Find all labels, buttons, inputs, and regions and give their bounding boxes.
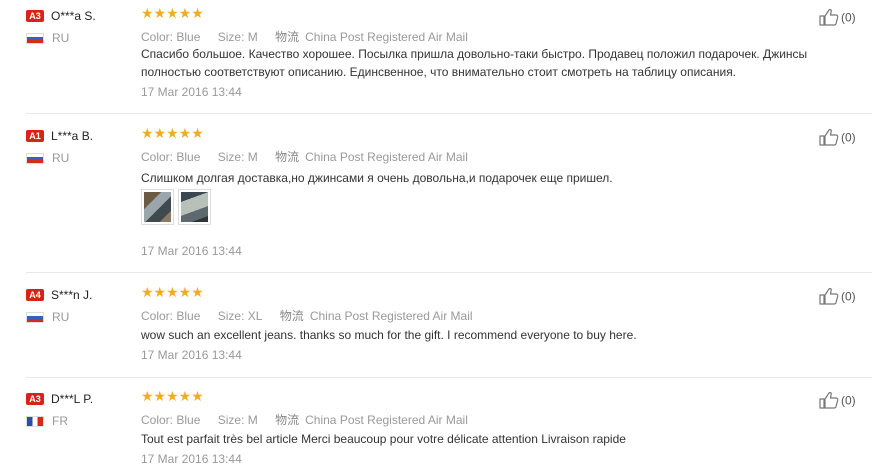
review-date: 17 Mar 2016 13:44 — [141, 244, 242, 258]
review-text: Слишком долгая доставка,но джинсами я оч… — [141, 171, 613, 185]
divider — [26, 377, 872, 378]
helpful-button[interactable]: (0) — [819, 128, 856, 149]
shipping-icon: 物流 — [279, 309, 304, 323]
review-date: 17 Mar 2016 13:44 — [141, 85, 242, 99]
divider — [26, 272, 872, 273]
order-info: Color: Blue Size: M 物流 China Post Registe… — [141, 411, 468, 428]
size-label: Size: — [217, 309, 245, 323]
size-value: M — [247, 30, 258, 44]
color-value: Blue — [176, 150, 201, 164]
size-label: Size: — [217, 413, 245, 427]
russia-flag-icon — [26, 33, 44, 45]
reviewer: A1 L***a B. — [26, 128, 93, 143]
helpful-button[interactable]: (0) — [819, 391, 856, 412]
thumbs-up-icon — [819, 287, 839, 308]
russia-flag-icon — [26, 312, 44, 324]
country-code: RU — [52, 310, 70, 324]
buyer-level-badge: A3 — [26, 9, 44, 22]
stars: ★★★★★ — [141, 284, 204, 300]
order-info: Color: Blue Size: M 物流 China Post Registe… — [141, 28, 468, 45]
review-photo-thumbnail[interactable] — [141, 189, 174, 225]
color-label: Color: — [141, 309, 174, 323]
reviewer-name: S***n J. — [51, 287, 93, 302]
helpful-count: (0) — [841, 289, 856, 304]
star-rating: ★★★★★ — [141, 125, 204, 143]
review-date: 17 Mar 2016 13:44 — [141, 452, 242, 466]
color-value: Blue — [176, 30, 201, 44]
thumbs-up-icon — [819, 128, 839, 149]
reviewer-country: FR — [26, 414, 68, 428]
helpful-count: (0) — [841, 393, 856, 408]
buyer-level-badge: A1 — [26, 129, 44, 142]
color-label: Color: — [141, 150, 174, 164]
reviewer-name: D***L P. — [51, 391, 94, 406]
reviewer-name: O***a S. — [51, 8, 96, 23]
reviewer-name: L***a B. — [51, 128, 94, 143]
helpful-button[interactable]: (0) — [819, 287, 856, 308]
order-info: Color: Blue Size: M 物流 China Post Registe… — [141, 148, 468, 165]
russia-flag-icon — [26, 153, 44, 165]
shipping-method: China Post Registered Air Mail — [305, 150, 468, 164]
size-label: Size: — [217, 150, 245, 164]
star-rating: ★★★★★ — [141, 388, 204, 406]
helpful-count: (0) — [841, 10, 856, 25]
reviewer: A3 O***a S. — [26, 8, 96, 23]
divider — [26, 113, 872, 114]
color-label: Color: — [141, 30, 174, 44]
country-code: FR — [52, 414, 68, 428]
thumbs-up-icon — [819, 8, 839, 29]
size-value: M — [247, 413, 258, 427]
reviewer-country: RU — [26, 151, 69, 165]
helpful-button[interactable]: (0) — [819, 8, 856, 29]
reviewer-country: RU — [26, 310, 69, 324]
color-value: Blue — [176, 309, 201, 323]
reviewer-country: RU — [26, 31, 69, 45]
shipping-icon: 物流 — [275, 150, 300, 164]
shipping-icon: 物流 — [275, 413, 300, 427]
review-photo-thumbnail[interactable] — [178, 189, 211, 225]
shipping-method: China Post Registered Air Mail — [305, 413, 468, 427]
color-value: Blue — [176, 413, 201, 427]
france-flag-icon — [26, 416, 44, 428]
stars: ★★★★★ — [141, 5, 204, 21]
country-code: RU — [52, 151, 70, 165]
size-value: XL — [247, 309, 263, 323]
size-label: Size: — [217, 30, 245, 44]
thumbs-up-icon — [819, 391, 839, 412]
review-photos — [141, 189, 215, 230]
review-date: 17 Mar 2016 13:44 — [141, 348, 242, 362]
size-value: M — [247, 150, 258, 164]
buyer-level-badge: A4 — [26, 288, 44, 301]
shipping-method: China Post Registered Air Mail — [305, 30, 468, 44]
color-label: Color: — [141, 413, 174, 427]
star-rating: ★★★★★ — [141, 284, 204, 302]
stars: ★★★★★ — [141, 125, 204, 141]
shipping-icon: 物流 — [275, 30, 300, 44]
order-info: Color: Blue Size: XL 物流 China Post Regist… — [141, 307, 473, 324]
shipping-method: China Post Registered Air Mail — [309, 309, 473, 323]
star-rating: ★★★★★ — [141, 5, 204, 23]
reviewer: A4 S***n J. — [26, 287, 92, 302]
country-code: RU — [52, 31, 70, 45]
stars: ★★★★★ — [141, 388, 204, 404]
review-text: wow such an excellent jeans. thanks so m… — [141, 328, 637, 342]
helpful-count: (0) — [841, 130, 856, 145]
reviewer: A3 D***L P. — [26, 391, 93, 406]
buyer-level-badge: A3 — [26, 392, 44, 405]
review-text: Спасибо большое. Качество хорошее. Посыл… — [141, 47, 808, 79]
review-text: Tout est parfait très bel article Merci … — [141, 432, 626, 446]
